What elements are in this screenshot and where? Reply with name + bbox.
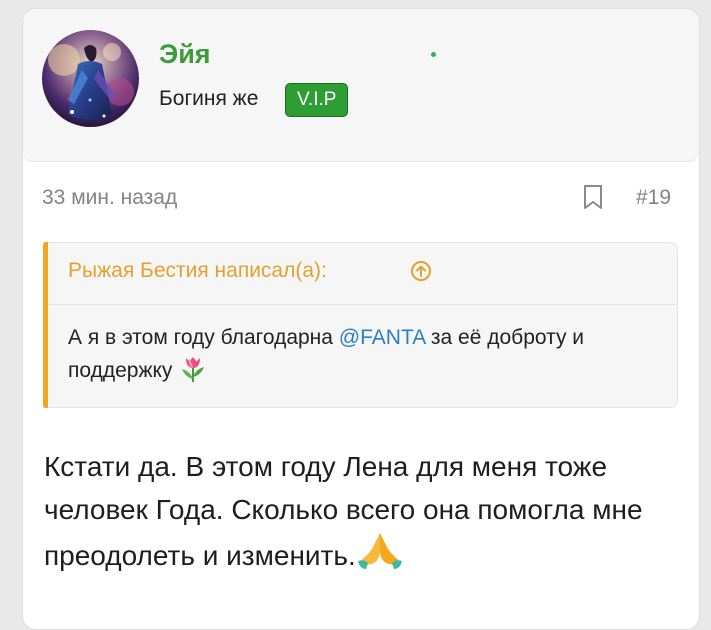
quote-block: Рыжая Бестия написал(а): А я в этом году…: [43, 242, 678, 408]
quote-text: А я в этом году благодарна @FANTA за её …: [68, 321, 628, 387]
author-rank: Богиня же: [159, 87, 259, 110]
tulip-icon: [178, 355, 208, 383]
forum-post: Эйя Богиня же V.I.P 33 мин. назад #19 Ры…: [22, 8, 700, 630]
bookmark-icon[interactable]: [582, 184, 604, 210]
post-message-text: Кстати да. В этом году Лена для меня тож…: [44, 451, 643, 571]
folded-hands-icon: [356, 531, 404, 571]
author-panel: Эйя Богиня же V.I.P: [23, 9, 699, 162]
author-name[interactable]: Эйя: [159, 39, 211, 70]
post-time[interactable]: 33 мин. назад: [42, 186, 177, 210]
vip-badge: V.I.P: [285, 83, 349, 117]
quote-text-start: А я в этом году благодарна: [68, 326, 339, 349]
quote-author[interactable]: Рыжая Бестия написал(а):: [68, 259, 327, 283]
go-to-quote-icon[interactable]: [410, 260, 432, 282]
user-mention-link[interactable]: @FANTA: [339, 326, 425, 349]
avatar[interactable]: [42, 30, 139, 127]
post-number[interactable]: #19: [636, 186, 671, 210]
quote-header: Рыжая Бестия написал(а):: [48, 243, 677, 305]
post-message: Кстати да. В этом году Лена для меня тож…: [44, 445, 664, 577]
online-indicator: [431, 52, 436, 57]
